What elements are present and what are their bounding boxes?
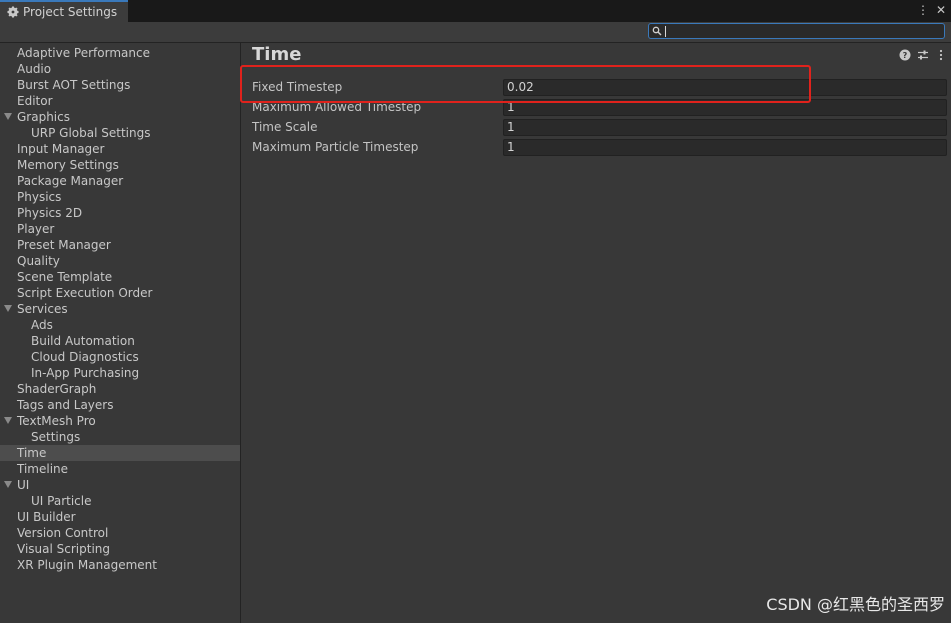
svg-text:?: ? [903,51,908,60]
sidebar-item-input-manager[interactable]: Input Manager [0,141,240,157]
sidebar-item-label: Audio [17,62,52,76]
toolbar [0,22,951,43]
sidebar-item-label: Editor [17,94,53,108]
sidebar-item-urp-global-settings[interactable]: URP Global Settings [0,125,240,141]
sidebar-item-script-execution-order[interactable]: Script Execution Order [0,285,240,301]
sidebar-item-package-manager[interactable]: Package Manager [0,173,240,189]
sidebar-item-services[interactable]: Services [0,301,240,317]
help-icon[interactable]: ? [899,49,911,61]
tab-title: Project Settings [23,5,118,19]
sidebar-item-label: Quality [17,254,60,268]
sidebar-item-shadergraph[interactable]: ShaderGraph [0,381,240,397]
sidebar-item-label: UI [17,478,30,492]
more-icon[interactable] [935,49,947,61]
sidebar-item-label: UI Particle [31,494,92,508]
sidebar-item-xr-plugin-management[interactable]: XR Plugin Management [0,557,240,573]
sidebar-item-label: XR Plugin Management [17,558,157,572]
max-particle-timestep-label: Maximum Particle Timestep [252,140,419,154]
sidebar-item-build-automation[interactable]: Build Automation [0,333,240,349]
sidebar-item-textmesh-pro[interactable]: TextMesh Pro [0,413,240,429]
sidebar-item-label: Graphics [17,110,70,124]
watermark: CSDN @红黑色的圣西罗 [766,595,945,614]
sidebar-item-label: Memory Settings [17,158,119,172]
expand-arrow-icon[interactable] [4,113,12,120]
sidebar-item-settings[interactable]: Settings [0,429,240,445]
sidebar-item-ads[interactable]: Ads [0,317,240,333]
sidebar-item-label: Visual Scripting [17,542,110,556]
sidebar-item-label: Cloud Diagnostics [31,350,139,364]
sidebar-item-cloud-diagnostics[interactable]: Cloud Diagnostics [0,349,240,365]
sidebar-item-label: Tags and Layers [17,398,114,412]
sidebar-item-label: Burst AOT Settings [17,78,131,92]
sidebar-item-label: Time [17,446,47,460]
page-title: Time [252,44,302,65]
title-bar: Project Settings ⋮ ✕ [0,0,951,22]
sidebar-item-version-control[interactable]: Version Control [0,525,240,541]
preset-icon[interactable] [917,49,929,61]
sidebar-item-label: Adaptive Performance [17,46,150,60]
sidebar-item-ui[interactable]: UI [0,477,240,493]
sidebar-item-label: ShaderGraph [17,382,97,396]
expand-arrow-icon[interactable] [4,305,12,312]
sidebar-item-tags-and-layers[interactable]: Tags and Layers [0,397,240,413]
sidebar-item-burst-aot-settings[interactable]: Burst AOT Settings [0,77,240,93]
sidebar-item-audio[interactable]: Audio [0,61,240,77]
sidebar-item-label: Physics 2D [17,206,83,220]
text-caret [665,25,666,37]
close-icon[interactable]: ✕ [935,3,947,17]
time-scale-label: Time Scale [252,120,318,134]
sidebar-item-label: Settings [31,430,81,444]
sidebar-item-quality[interactable]: Quality [0,253,240,269]
sidebar-item-physics[interactable]: Physics [0,189,240,205]
sidebar-item-label: Player [17,222,55,236]
sidebar-item-label: Script Execution Order [17,286,153,300]
sidebar-item-label: Timeline [17,462,69,476]
sidebar-item-label: Scene Template [17,270,113,284]
sidebar-item-player[interactable]: Player [0,221,240,237]
sidebar-item-label: Physics [17,190,62,204]
project-settings-tab[interactable]: Project Settings [0,0,128,22]
sidebar-item-memory-settings[interactable]: Memory Settings [0,157,240,173]
sidebar-item-label: Ads [31,318,53,332]
settings-sidebar: Adaptive Performance Audio Burst AOT Setti… [0,43,241,623]
time-scale-field[interactable]: 1 [503,119,947,136]
sidebar-item-label: Preset Manager [17,238,111,252]
sidebar-item-label: URP Global Settings [31,126,151,140]
highlight-annotation [240,65,811,103]
sidebar-item-timeline[interactable]: Timeline [0,461,240,477]
sidebar-item-ui-builder[interactable]: UI Builder [0,509,240,525]
sidebar-item-label: Services [17,302,68,316]
sidebar-item-preset-manager[interactable]: Preset Manager [0,237,240,253]
sidebar-item-label: In-App Purchasing [31,366,140,380]
sidebar-item-adaptive-performance[interactable]: Adaptive Performance [0,45,240,61]
max-particle-timestep-field[interactable]: 1 [503,139,947,156]
sidebar-item-scene-template[interactable]: Scene Template [0,269,240,285]
sidebar-item-in-app-purchasing[interactable]: In-App Purchasing [0,365,240,381]
search-input[interactable] [648,23,945,39]
sidebar-item-label: Version Control [17,526,109,540]
sidebar-item-label: Package Manager [17,174,124,188]
sidebar-item-time[interactable]: Time [0,445,240,461]
sidebar-item-label: UI Builder [17,510,76,524]
sidebar-item-graphics[interactable]: Graphics [0,109,240,125]
expand-arrow-icon[interactable] [4,481,12,488]
sidebar-item-editor[interactable]: Editor [0,93,240,109]
sidebar-item-label: Input Manager [17,142,105,156]
sidebar-item-physics-2d[interactable]: Physics 2D [0,205,240,221]
sidebar-item-label: TextMesh Pro [17,414,96,428]
more-icon[interactable]: ⋮ [917,3,929,17]
gear-icon [7,6,19,18]
settings-panel: Time ? Fixed Timestep 0.02 Maximum Allow… [241,43,951,623]
search-icon [652,26,662,36]
sidebar-item-label: Build Automation [31,334,135,348]
sidebar-item-visual-scripting[interactable]: Visual Scripting [0,541,240,557]
expand-arrow-icon[interactable] [4,417,12,424]
sidebar-item-ui-particle[interactable]: UI Particle [0,493,240,509]
